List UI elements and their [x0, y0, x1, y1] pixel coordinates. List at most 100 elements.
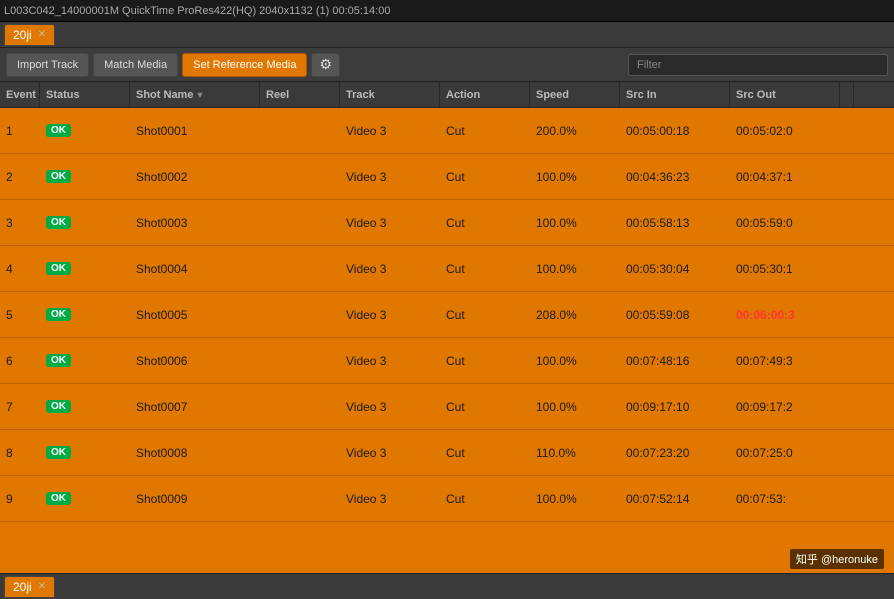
cell-reel: [260, 338, 340, 383]
cell-action: Cut: [440, 430, 530, 475]
cell-reel: [260, 430, 340, 475]
cell-scrollbar: [840, 154, 854, 199]
cell-track: Video 3: [340, 338, 440, 383]
tab-label: 20ji: [13, 28, 32, 42]
cell-scrollbar: [840, 476, 854, 521]
cell-track: Video 3: [340, 384, 440, 429]
cell-shot-name: Shot0008: [130, 430, 260, 475]
import-track-button[interactable]: Import Track: [6, 53, 89, 77]
table-header: Event Status Shot Name ▼ Reel Track Acti…: [0, 82, 894, 108]
bottom-tab-20ji[interactable]: 20ji ✕: [4, 576, 55, 598]
status-ok-badge: OK: [46, 262, 71, 275]
cell-status: OK: [40, 430, 130, 475]
cell-status: OK: [40, 476, 130, 521]
cell-event: 6: [0, 338, 40, 383]
cell-shot-name: Shot0001: [130, 108, 260, 153]
cell-track: Video 3: [340, 246, 440, 291]
cell-reel: [260, 246, 340, 291]
cell-reel: [260, 154, 340, 199]
cell-track: Video 3: [340, 154, 440, 199]
cell-src-in: 00:07:52:14: [620, 476, 730, 521]
cell-shot-name: Shot0002: [130, 154, 260, 199]
status-ok-badge: OK: [46, 492, 71, 505]
cell-reel: [260, 200, 340, 245]
table-wrapper: Event Status Shot Name ▼ Reel Track Acti…: [0, 82, 894, 573]
table-row[interactable]: 5 OK Shot0005 Video 3 Cut 208.0% 00:05:5…: [0, 292, 894, 338]
cell-src-in: 00:07:48:16: [620, 338, 730, 383]
tab-close-icon[interactable]: ✕: [38, 29, 46, 40]
cell-status: OK: [40, 200, 130, 245]
tab-20ji[interactable]: 20ji ✕: [4, 24, 55, 46]
col-header-src-out: Src Out: [730, 82, 840, 107]
col-header-event: Event: [0, 82, 40, 107]
col-header-scrollbar: [840, 82, 854, 107]
cell-shot-name: Shot0007: [130, 384, 260, 429]
filter-input[interactable]: [628, 54, 888, 76]
cell-track: Video 3: [340, 430, 440, 475]
table-row[interactable]: 7 OK Shot0007 Video 3 Cut 100.0% 00:09:1…: [0, 384, 894, 430]
table-row[interactable]: 4 OK Shot0004 Video 3 Cut 100.0% 00:05:3…: [0, 246, 894, 292]
cell-scrollbar: [840, 338, 854, 383]
cell-src-in: 00:05:58:13: [620, 200, 730, 245]
status-ok-badge: OK: [46, 354, 71, 367]
cell-scrollbar: [840, 430, 854, 475]
cell-speed: 100.0%: [530, 246, 620, 291]
cell-speed: 100.0%: [530, 200, 620, 245]
col-header-status: Status: [40, 82, 130, 107]
cell-action: Cut: [440, 292, 530, 337]
cell-event: 4: [0, 246, 40, 291]
cell-speed: 100.0%: [530, 384, 620, 429]
tab-bar: 20ji ✕: [0, 22, 894, 48]
cell-action: Cut: [440, 338, 530, 383]
cell-action: Cut: [440, 384, 530, 429]
status-ok-badge: OK: [46, 308, 71, 321]
cell-status: OK: [40, 384, 130, 429]
bottom-tab-label: 20ji: [13, 580, 32, 594]
col-header-action: Action: [440, 82, 530, 107]
cell-src-in: 00:05:00:18: [620, 108, 730, 153]
cell-event: 1: [0, 108, 40, 153]
status-ok-badge: OK: [46, 400, 71, 413]
cell-shot-name: Shot0004: [130, 246, 260, 291]
sort-arrow-icon: ▼: [195, 90, 204, 100]
cell-track: Video 3: [340, 108, 440, 153]
cell-src-in: 00:05:30:04: [620, 246, 730, 291]
cell-event: 9: [0, 476, 40, 521]
col-header-shot-name[interactable]: Shot Name ▼: [130, 82, 260, 107]
match-media-button[interactable]: Match Media: [93, 53, 178, 77]
cell-speed: 100.0%: [530, 154, 620, 199]
cell-track: Video 3: [340, 292, 440, 337]
table-row[interactable]: 6 OK Shot0006 Video 3 Cut 100.0% 00:07:4…: [0, 338, 894, 384]
cell-shot-name: Shot0006: [130, 338, 260, 383]
cell-action: Cut: [440, 476, 530, 521]
top-bar: L003C042_14000001M QuickTime ProRes422(H…: [0, 0, 894, 22]
table-row[interactable]: 3 OK Shot0003 Video 3 Cut 100.0% 00:05:5…: [0, 200, 894, 246]
status-ok-badge: OK: [46, 170, 71, 183]
cell-action: Cut: [440, 154, 530, 199]
cell-event: 2: [0, 154, 40, 199]
cell-reel: [260, 108, 340, 153]
bottom-tab-close-icon[interactable]: ✕: [38, 581, 46, 592]
cell-action: Cut: [440, 200, 530, 245]
bottom-bar: 20ji ✕: [0, 573, 894, 599]
cell-src-out: 00:07:25:0: [730, 430, 840, 475]
cell-speed: 110.0%: [530, 430, 620, 475]
cell-src-out: 00:07:53:: [730, 476, 840, 521]
table-row[interactable]: 8 OK Shot0008 Video 3 Cut 110.0% 00:07:2…: [0, 430, 894, 476]
cell-shot-name: Shot0009: [130, 476, 260, 521]
cell-status: OK: [40, 154, 130, 199]
cell-action: Cut: [440, 108, 530, 153]
cell-src-in: 00:04:36:23: [620, 154, 730, 199]
cell-track: Video 3: [340, 200, 440, 245]
table-row[interactable]: 1 OK Shot0001 Video 3 Cut 200.0% 00:05:0…: [0, 108, 894, 154]
settings-gear-button[interactable]: ⚙: [311, 53, 340, 77]
table-row[interactable]: 2 OK Shot0002 Video 3 Cut 100.0% 00:04:3…: [0, 154, 894, 200]
cell-src-out: 00:04:37:1: [730, 154, 840, 199]
cell-src-in: 00:07:23:20: [620, 430, 730, 475]
table-row[interactable]: 9 OK Shot0009 Video 3 Cut 100.0% 00:07:5…: [0, 476, 894, 522]
cell-src-out: 00:05:02:0: [730, 108, 840, 153]
cell-track: Video 3: [340, 476, 440, 521]
cell-speed: 208.0%: [530, 292, 620, 337]
cell-status: OK: [40, 108, 130, 153]
set-reference-media-button[interactable]: Set Reference Media: [182, 53, 307, 77]
